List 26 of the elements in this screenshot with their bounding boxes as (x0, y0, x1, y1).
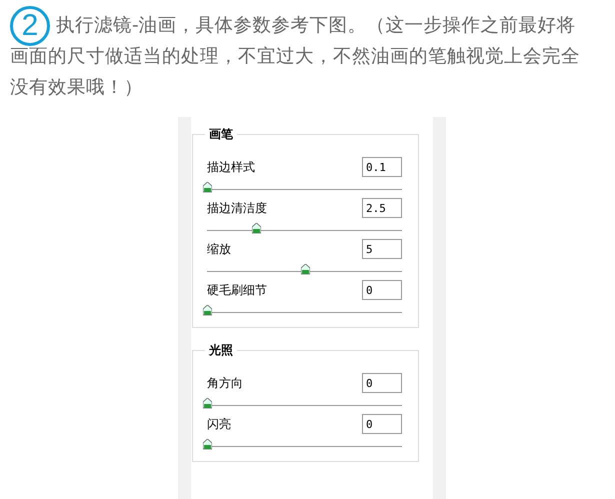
value-field[interactable]: 0 (362, 280, 402, 300)
instruction-text: 执行滤镜-油画，具体参数参考下图。（这一步操作之前最好将 (56, 14, 576, 38)
value-field[interactable]: 0 (362, 373, 402, 393)
group-title: 画笔 (205, 126, 237, 142)
param-label: 缩放 (207, 240, 231, 258)
value-field[interactable]: 2.5 (362, 198, 402, 218)
value-field[interactable]: 0 (362, 414, 402, 434)
instruction-text: 画面的尺寸做适当的处理，不宜过大，不然油画的笔触视觉上会完全 (10, 45, 580, 69)
param-label: 描边样式 (207, 158, 255, 176)
instruction-text: 没有效果哦！） (10, 76, 143, 100)
slider-track[interactable] (207, 222, 402, 231)
step-number-badge: 2 (10, 6, 50, 46)
param-label: 硬毛刷细节 (207, 282, 267, 298)
param-label: 角方向 (207, 374, 243, 392)
slider-thumb[interactable] (203, 305, 212, 316)
value-field[interactable]: 0.1 (362, 157, 402, 177)
param-label: 闪亮 (207, 416, 231, 432)
slider-thumb[interactable] (203, 182, 212, 193)
value-field[interactable]: 5 (362, 239, 402, 259)
slider-thumb[interactable] (203, 398, 212, 409)
param-label: 描边清洁度 (207, 200, 267, 216)
slider-thumb[interactable] (203, 439, 212, 450)
group-title: 光照 (205, 342, 237, 358)
slider-thumb[interactable] (300, 264, 310, 275)
slider-track[interactable] (207, 263, 402, 272)
slider-thumb[interactable] (252, 223, 261, 234)
